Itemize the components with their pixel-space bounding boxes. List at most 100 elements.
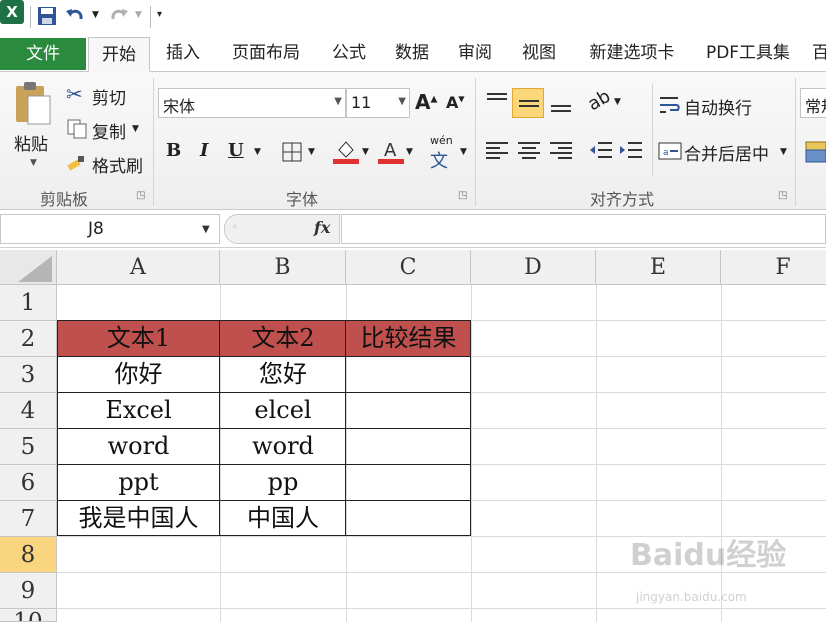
bold-button[interactable]: B xyxy=(166,140,181,161)
borders-icon[interactable] xyxy=(281,141,303,163)
tab-pdf-tools[interactable]: PDF工具集 xyxy=(698,36,798,71)
redo-icon[interactable] xyxy=(108,5,130,27)
row-header[interactable]: 7 xyxy=(0,501,57,537)
group-divider xyxy=(795,78,796,206)
redo-dropdown-icon[interactable]: ▼ xyxy=(135,10,142,20)
font-name-select[interactable]: 宋体 ▼ xyxy=(158,88,346,118)
paste-dropdown-icon[interactable]: ▼ xyxy=(30,158,37,168)
chevron-down-icon: ▼ xyxy=(334,96,342,107)
formula-input[interactable] xyxy=(341,214,826,244)
save-icon[interactable] xyxy=(36,5,58,27)
merge-center-button[interactable]: 合并后居中 xyxy=(684,140,769,165)
format-painter-button[interactable]: 格式刷 xyxy=(92,152,143,177)
underline-button[interactable]: U xyxy=(228,140,244,161)
align-right-icon[interactable] xyxy=(548,138,574,164)
paste-icon[interactable] xyxy=(12,80,54,126)
decrease-indent-icon[interactable] xyxy=(588,138,614,164)
font-size-select[interactable]: 11 ▼ xyxy=(346,88,410,118)
cut-button[interactable]: 剪切 xyxy=(92,84,126,109)
table-border xyxy=(57,356,471,357)
row-header[interactable]: 10 xyxy=(0,609,57,622)
underline-dropdown-icon[interactable]: ▼ xyxy=(254,147,261,157)
table-border xyxy=(57,500,471,501)
row-header[interactable]: 1 xyxy=(0,285,57,321)
orientation-dropdown-icon[interactable]: ▼ xyxy=(614,97,621,107)
svg-text:A: A xyxy=(384,140,397,161)
shrink-font-icon[interactable]: A▼ xyxy=(446,93,465,112)
format-painter-icon[interactable] xyxy=(66,152,88,174)
gridline xyxy=(471,285,472,622)
excel-logo-icon: X xyxy=(0,0,24,24)
phonetic-label: wén xyxy=(430,134,453,147)
clipboard-launcher-icon[interactable]: ◳ xyxy=(136,190,145,201)
alignment-launcher-icon[interactable]: ◳ xyxy=(778,190,787,201)
row-header[interactable]: 4 xyxy=(0,393,57,429)
tab-insert[interactable]: 插入 xyxy=(158,36,208,71)
align-top-icon[interactable] xyxy=(484,88,510,116)
font-launcher-icon[interactable]: ◳ xyxy=(458,190,467,201)
copy-dropdown-icon[interactable]: ▼ xyxy=(132,124,139,134)
italic-button[interactable]: I xyxy=(200,140,208,161)
insert-function-icon[interactable]: fx xyxy=(314,218,330,237)
copy-icon[interactable] xyxy=(66,118,88,140)
merge-dropdown-icon[interactable]: ▼ xyxy=(780,147,787,157)
number-format-value: 常规 xyxy=(805,97,826,116)
gridline xyxy=(596,285,597,622)
tab-file[interactable]: 文件 xyxy=(0,38,86,70)
paste-button[interactable]: 粘贴 xyxy=(14,130,48,155)
column-header-f[interactable]: F xyxy=(721,250,826,285)
phonetic-icon[interactable]: wén 文 xyxy=(430,134,453,173)
row-header[interactable]: 6 xyxy=(0,465,57,501)
table-border xyxy=(57,428,471,429)
currency-icon[interactable] xyxy=(804,138,826,164)
tab-formulas[interactable]: 公式 xyxy=(324,36,374,71)
tab-data[interactable]: 数据 xyxy=(387,36,437,71)
column-header-b[interactable]: B xyxy=(220,250,346,285)
cut-icon[interactable]: ✂ xyxy=(66,82,83,106)
align-left-icon[interactable] xyxy=(484,138,510,164)
tab-view[interactable]: 视图 xyxy=(514,36,564,71)
customize-toolbar-icon[interactable]: ▾ xyxy=(157,9,162,20)
tab-new[interactable]: 新建选项卡 xyxy=(578,36,686,71)
phonetic-dropdown-icon[interactable]: ▼ xyxy=(460,147,467,157)
chevron-down-icon[interactable]: ▼ xyxy=(202,224,210,235)
tab-review[interactable]: 审阅 xyxy=(450,36,500,71)
watermark: Baidu经验 xyxy=(630,538,787,573)
row-header[interactable]: 3 xyxy=(0,357,57,393)
name-box[interactable] xyxy=(0,214,220,244)
align-bottom-icon[interactable] xyxy=(548,88,574,116)
align-middle-button[interactable] xyxy=(512,88,544,118)
table-border xyxy=(57,464,471,465)
fill-color-icon[interactable] xyxy=(333,138,359,164)
row-header[interactable]: 5 xyxy=(0,429,57,465)
select-all-icon xyxy=(18,256,52,282)
column-header-d[interactable]: D xyxy=(471,250,596,285)
tab-more[interactable]: 百 xyxy=(812,36,826,71)
align-center-icon[interactable] xyxy=(516,138,542,164)
tab-page-layout[interactable]: 页面布局 xyxy=(222,36,310,71)
number-format-select[interactable]: 常规 xyxy=(800,88,826,118)
merge-center-icon[interactable]: a xyxy=(658,140,682,162)
column-header-a[interactable]: A xyxy=(57,250,220,285)
table-border xyxy=(57,392,471,393)
font-color-dropdown-icon[interactable]: ▼ xyxy=(406,147,413,157)
fill-color-dropdown-icon[interactable]: ▼ xyxy=(362,147,369,157)
wrap-text-icon[interactable] xyxy=(658,94,682,116)
resize-handle-icon[interactable]: ◦ xyxy=(232,222,238,233)
undo-dropdown-icon[interactable]: ▼ xyxy=(92,10,99,20)
font-color-icon[interactable]: A xyxy=(378,138,404,164)
row-header-active[interactable]: 8 xyxy=(0,537,57,573)
copy-button[interactable]: 复制 xyxy=(92,118,126,143)
column-header-c[interactable]: C xyxy=(346,250,471,285)
toolbar-divider xyxy=(30,6,31,28)
column-header-e[interactable]: E xyxy=(596,250,721,285)
borders-dropdown-icon[interactable]: ▼ xyxy=(308,147,315,157)
increase-indent-icon[interactable] xyxy=(618,138,644,164)
wrap-text-button[interactable]: 自动换行 xyxy=(684,94,752,119)
grow-font-icon[interactable]: A▲ xyxy=(415,90,437,114)
row-header[interactable]: 2 xyxy=(0,321,57,357)
undo-icon[interactable] xyxy=(64,5,86,27)
tab-home[interactable]: 开始 xyxy=(88,37,150,72)
font-group-label: 字体 xyxy=(285,190,318,209)
row-header[interactable]: 9 xyxy=(0,573,57,609)
